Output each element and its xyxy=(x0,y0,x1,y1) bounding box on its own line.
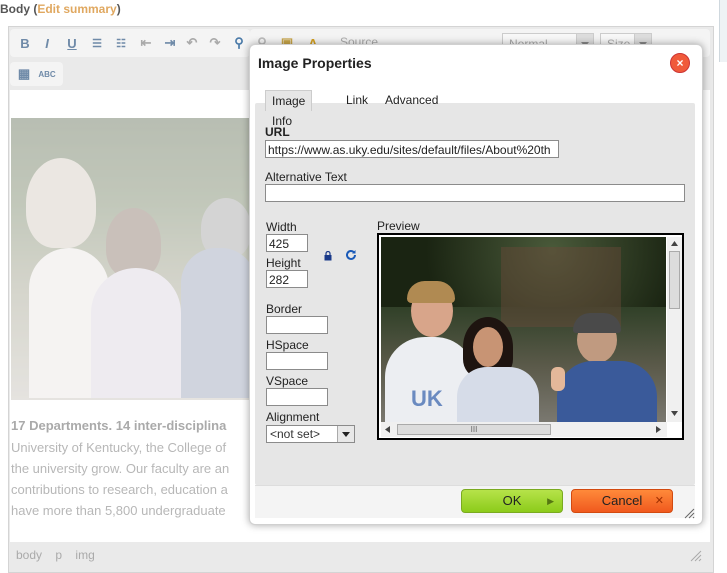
height-label: Height xyxy=(266,256,301,270)
undo-icon[interactable]: ↶ xyxy=(183,34,201,52)
table-icon[interactable]: ▦ xyxy=(15,65,33,83)
preview-label: Preview xyxy=(377,219,420,233)
dialog-resize-grip-icon[interactable] xyxy=(683,507,695,519)
underline-icon[interactable]: U xyxy=(63,34,81,52)
bold-icon[interactable]: B xyxy=(16,34,34,52)
width-field[interactable]: 425 xyxy=(266,234,308,252)
lock-icon[interactable] xyxy=(323,251,333,261)
hspace-label: HSpace xyxy=(266,338,309,352)
page-scrollbar[interactable] xyxy=(719,0,727,62)
field-label: Body (Edit summary) xyxy=(0,2,121,16)
hspace-field[interactable] xyxy=(266,352,328,370)
width-label: Width xyxy=(266,220,297,234)
link-icon[interactable]: ⚲ xyxy=(230,34,248,52)
path-item-img[interactable]: img xyxy=(75,548,94,562)
close-icon: ✕ xyxy=(654,495,664,507)
element-path: body p img xyxy=(10,543,716,567)
edit-summary-close: ) xyxy=(116,2,121,16)
field-label-text: Body xyxy=(0,2,30,16)
alignment-select[interactable]: <not set> xyxy=(266,425,355,443)
tab-advanced[interactable]: Advanced xyxy=(379,90,444,110)
height-field[interactable]: 282 xyxy=(266,270,308,288)
url-label: URL xyxy=(265,125,290,139)
cancel-button[interactable]: Cancel ✕ xyxy=(571,489,673,513)
border-label: Border xyxy=(266,302,303,316)
border-field[interactable] xyxy=(266,316,328,334)
chevron-down-icon xyxy=(337,426,354,442)
close-icon[interactable]: × xyxy=(670,53,690,73)
reset-size-icon[interactable] xyxy=(345,249,357,261)
tab-image-info[interactable]: Image Info xyxy=(265,90,313,128)
dialog-title: Image Properties xyxy=(258,55,372,71)
scroll-up-icon[interactable] xyxy=(670,240,679,247)
redo-icon[interactable]: ↷ xyxy=(206,34,224,52)
vspace-field[interactable] xyxy=(266,388,328,406)
editor-toolbar: B I U ☰ ☷ ⇤ ⇥ ↶ ↷ ⚲ xyxy=(10,29,250,57)
content-line: University of Kentucky, the College of xyxy=(11,440,227,455)
scroll-down-icon[interactable] xyxy=(670,410,679,417)
edit-summary-link[interactable]: Edit summary xyxy=(37,2,116,16)
preview-horizontal-scroll-thumb[interactable]: III xyxy=(397,424,551,435)
alignment-select-value: <not set> xyxy=(270,427,321,441)
path-item-p[interactable]: p xyxy=(55,548,62,562)
indent-icon[interactable]: ⇥ xyxy=(161,34,179,52)
content-image-overlay xyxy=(11,118,251,400)
italic-icon[interactable]: I xyxy=(38,34,56,52)
preview-image: UK xyxy=(381,237,666,422)
content-line: have more than 5,800 undergraduate xyxy=(11,503,226,518)
scroll-left-icon[interactable] xyxy=(384,425,391,434)
content-line: the university grow. Our faculty are an xyxy=(11,461,230,476)
vspace-label: VSpace xyxy=(266,374,309,388)
alignment-label: Alignment xyxy=(266,410,320,424)
cancel-button-label: Cancel xyxy=(601,493,643,508)
bulleted-list-icon[interactable]: ☰ xyxy=(88,34,106,52)
scroll-right-icon[interactable] xyxy=(655,425,662,434)
ok-button-label: OK xyxy=(502,493,522,508)
tab-link[interactable]: Link xyxy=(340,90,374,110)
ok-button[interactable]: OK ▶ xyxy=(461,489,563,513)
preview-vertical-scroll-thumb[interactable] xyxy=(669,251,680,309)
url-field[interactable]: https://www.as.uky.edu/sites/default/fil… xyxy=(265,140,559,158)
numbered-list-icon[interactable]: ☷ xyxy=(112,34,130,52)
alt-text-label: Alternative Text xyxy=(265,170,347,184)
outdent-icon[interactable]: ⇤ xyxy=(137,34,155,52)
spellcheck-icon[interactable]: ABC xyxy=(38,65,56,83)
content-heading: 17 Departments. 14 inter-disciplina xyxy=(11,418,227,433)
editor-toolbar-row2: ▦ ABC xyxy=(10,62,63,86)
path-item-body[interactable]: body xyxy=(16,548,42,562)
content-line: contributions to research, education a xyxy=(11,482,228,497)
alt-text-field[interactable] xyxy=(265,184,685,202)
resize-grip-icon[interactable] xyxy=(688,548,702,562)
chevron-right-icon: ▶ xyxy=(547,496,554,506)
